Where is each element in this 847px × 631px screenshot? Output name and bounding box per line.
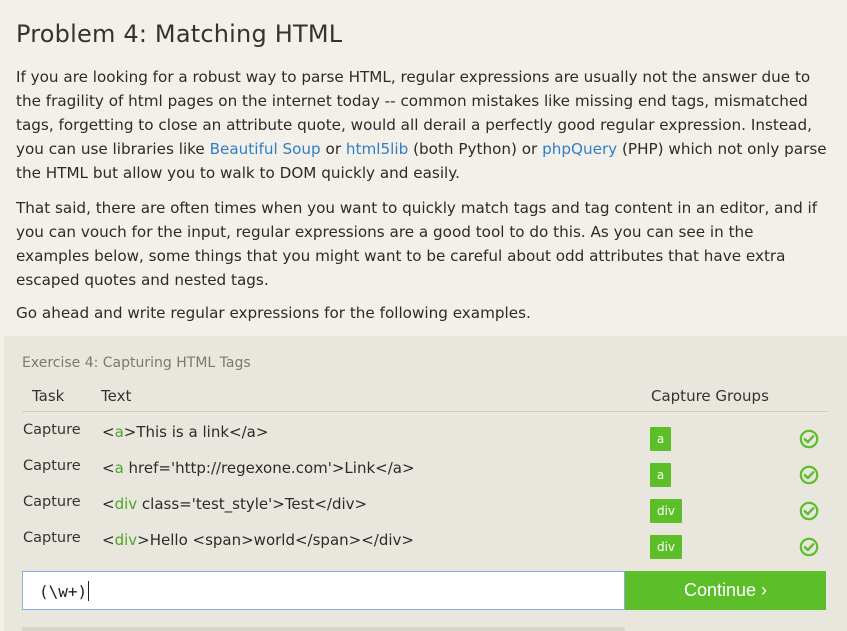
row-text: <a href='http://regexone.com'>Link</a>: [102, 459, 415, 477]
exercise-panel: Exercise 4: Capturing HTML Tags Task Tex…: [4, 336, 847, 631]
text-tag-name: a: [114, 423, 124, 441]
exercise-title: Exercise 4: Capturing HTML Tags: [22, 355, 251, 371]
capture-group-badge: a: [650, 463, 671, 487]
task-label: Capture: [23, 494, 81, 510]
regex-input-value: (\w+): [39, 582, 88, 601]
text-tag-name: div: [114, 495, 138, 513]
column-header-text: Text: [101, 387, 132, 405]
regex-input[interactable]: (\w+): [22, 571, 625, 610]
capture-group-badge: a: [650, 427, 671, 451]
text-open-bracket: <: [102, 495, 115, 513]
text-rest: >Hello <span>world</span></div>: [137, 531, 414, 549]
row-text: <a>This is a link</a>: [102, 423, 268, 441]
text-caret: [88, 581, 90, 601]
intro-text-3: (both Python) or: [408, 140, 543, 158]
row-text: <div class='test_style'>Test</div>: [102, 495, 367, 513]
check-circle-icon: [799, 501, 819, 521]
text-rest: >This is a link</a>: [123, 423, 269, 441]
table-row: Capture <a>This is a link</a> a: [4, 422, 847, 458]
intro-paragraph: If you are looking for a robust way to p…: [16, 65, 831, 185]
text-tag-name: a: [114, 459, 124, 477]
horizontal-scrollbar[interactable]: [22, 627, 625, 631]
column-header-task: Task: [32, 387, 65, 405]
text-open-bracket: <: [102, 423, 115, 441]
task-label: Capture: [23, 530, 81, 546]
instruction-paragraph: Go ahead and write regular expressions f…: [16, 304, 531, 322]
table-row: Capture <div class='test_style'>Test</di…: [4, 494, 847, 530]
task-label: Capture: [23, 422, 81, 438]
text-open-bracket: <: [102, 531, 115, 549]
explanation-paragraph: That said, there are often times when yo…: [16, 199, 818, 289]
table-row: Capture <a href='http://regexone.com'>Li…: [4, 458, 847, 494]
table-row: Capture <div>Hello <span>world</span></d…: [4, 530, 847, 566]
text-open-bracket: <: [102, 459, 115, 477]
text-tag-name: div: [114, 531, 138, 549]
text-rest: class='test_style'>Test</div>: [137, 495, 368, 513]
column-header-capture-groups: Capture Groups: [651, 387, 769, 405]
task-label: Capture: [23, 458, 81, 474]
row-text: <div>Hello <span>world</span></div>: [102, 531, 414, 549]
continue-button[interactable]: Continue ›: [625, 571, 826, 610]
beautiful-soup-link[interactable]: Beautiful Soup: [210, 140, 321, 158]
check-circle-icon: [799, 429, 819, 449]
page-title: Problem 4: Matching HTML: [16, 20, 343, 48]
capture-group-badge: div: [650, 499, 682, 523]
header-divider: [22, 411, 827, 412]
capture-group-badge: div: [650, 535, 682, 559]
intro-text-2: or: [320, 140, 346, 158]
check-circle-icon: [799, 465, 819, 485]
html5lib-link[interactable]: html5lib: [346, 140, 408, 158]
phpquery-link[interactable]: phpQuery: [542, 140, 617, 158]
page: Problem 4: Matching HTML If you are look…: [0, 0, 847, 631]
check-circle-icon: [799, 537, 819, 557]
text-rest: href='http://regexone.com'>Link</a>: [123, 459, 415, 477]
